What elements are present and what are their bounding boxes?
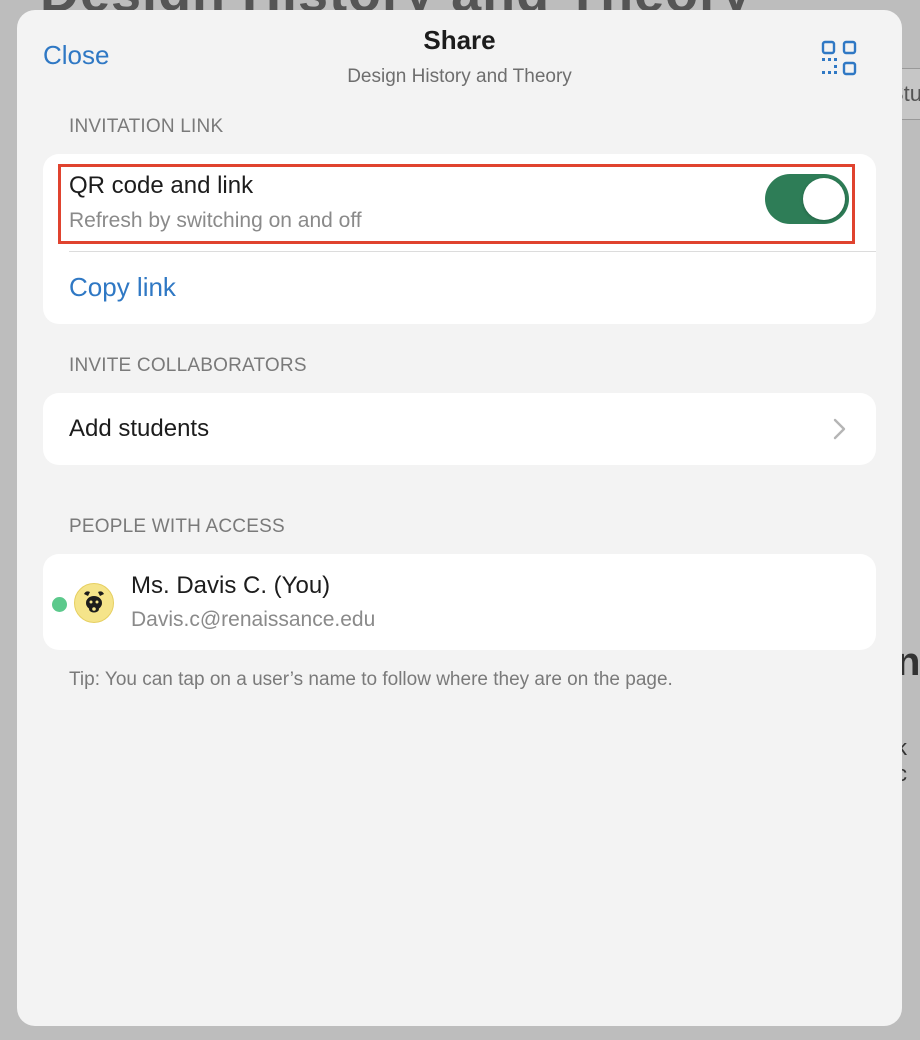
sheet-subtitle: Design History and Theory <box>347 66 572 87</box>
follow-tip: Tip: You can tap on a user’s name to fol… <box>69 669 673 690</box>
qr-link-subtitle: Refresh by switching on and off <box>69 209 362 232</box>
person-row[interactable]: Ms. Davis C. (You) Davis.c@renaissance.e… <box>43 554 876 650</box>
qr-code-button[interactable] <box>821 40 857 76</box>
copy-link-button[interactable]: Copy link <box>69 272 176 303</box>
add-students-label: Add students <box>69 415 210 442</box>
share-sheet: Close Share Design History and Theory IN… <box>17 10 902 1026</box>
person-name: Ms. Davis C. (You) <box>131 572 331 599</box>
sheet-title: Share <box>423 25 496 55</box>
person-email: Davis.c@renaissance.edu <box>131 608 376 631</box>
people-with-access-section-label: PEOPLE WITH ACCESS <box>69 516 285 537</box>
invitation-link-section-label: INVITATION LINK <box>69 116 224 137</box>
bull-avatar-icon <box>74 583 114 623</box>
invite-collaborators-section-label: INVITE COLLABORATORS <box>69 355 307 376</box>
card-divider <box>69 251 876 252</box>
toggle-knob <box>803 178 845 220</box>
invitation-link-card: QR code and link Refresh by switching on… <box>43 154 876 324</box>
online-status-dot <box>52 597 67 612</box>
qr-code-icon <box>821 40 857 76</box>
qr-link-toggle[interactable] <box>765 174 849 224</box>
chevron-right-icon <box>833 418 846 440</box>
add-students-row[interactable]: Add students <box>43 393 876 465</box>
qr-link-title: QR code and link <box>69 172 254 199</box>
